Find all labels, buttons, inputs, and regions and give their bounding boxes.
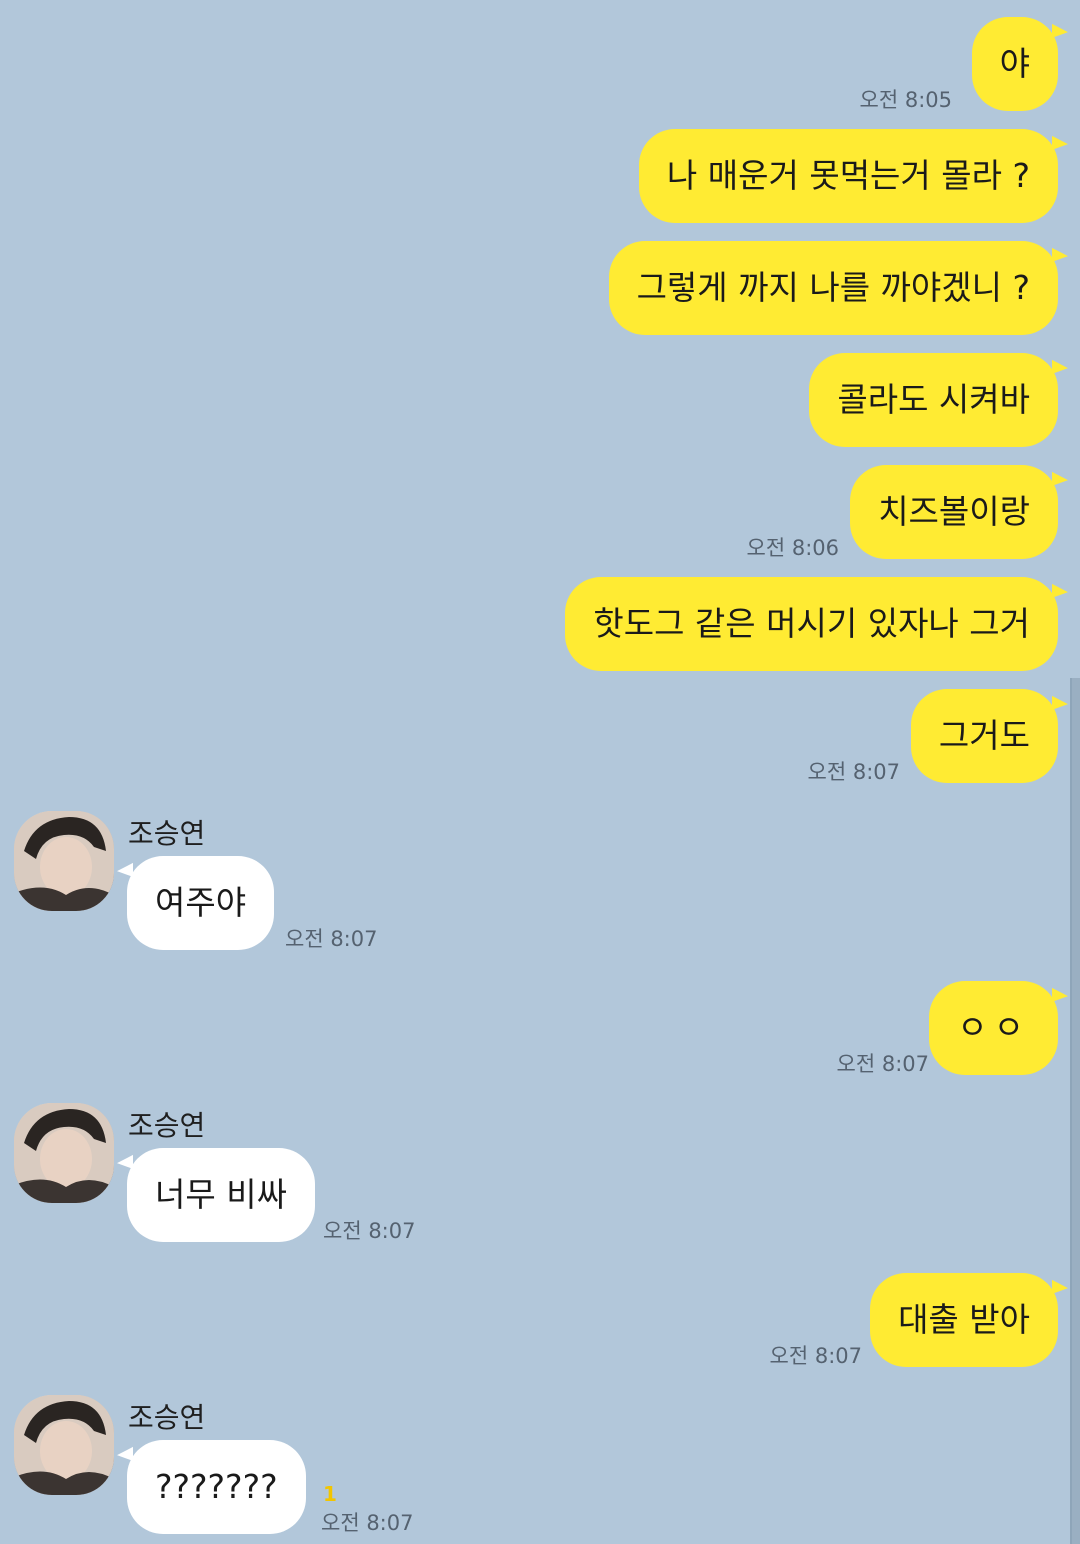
unread-count-badge: 1 [323, 1482, 337, 1506]
message-time: 오전 8:05 [859, 88, 952, 112]
their-message-bubble[interactable]: 여주야 [117, 856, 275, 950]
my-message-bubble[interactable]: 야 [971, 17, 1068, 111]
bubble-tail [1052, 354, 1068, 374]
bubble-tail [117, 1441, 133, 1461]
my-message-bubble[interactable]: 나 매운거 못먹는거 몰라 ? [638, 129, 1068, 223]
my-message-bubble[interactable]: 핫도그 같은 머시기 있자나 그거 [565, 577, 1068, 671]
scrollbar[interactable] [1070, 678, 1080, 1544]
bubble-tail [1052, 130, 1068, 150]
message-text: 너무 비싸 [155, 1175, 287, 1214]
bubble-tail [117, 1149, 133, 1169]
my-message-bubble[interactable]: ㅇㅇ [929, 981, 1068, 1075]
bubble-tail [1052, 690, 1068, 710]
bubble-tail [1052, 18, 1068, 38]
message-time: 오전 8:07 [321, 1511, 414, 1535]
message-text: 그거도 [938, 716, 1030, 755]
avatar-photo-icon [14, 1103, 114, 1203]
their-message-bubble[interactable]: 너무 비싸 [117, 1148, 315, 1242]
message-text: 야 [999, 44, 1030, 83]
my-message-bubble[interactable]: 그렇게 까지 나를 까야겠니 ? [608, 241, 1068, 335]
message-text: 나 매운거 못먹는거 몰라 ? [666, 156, 1030, 195]
bubble-tail [1052, 1274, 1068, 1294]
message-text: ㅇㅇ [957, 1008, 1030, 1047]
contact-name: 조승연 [128, 817, 206, 850]
message-time: 오전 8:07 [285, 927, 378, 951]
bubble-tail [1052, 466, 1068, 486]
message-time: 오전 8:07 [807, 760, 900, 784]
message-time: 오전 8:07 [769, 1344, 862, 1368]
bubble-tail [1052, 578, 1068, 598]
chat-area[interactable]: 야 오전 8:05 나 매운거 못먹는거 몰라 ? 그렇게 까지 나를 까야겠니… [0, 0, 1080, 1544]
bubble-tail [117, 857, 133, 877]
message-text: 대출 받아 [898, 1300, 1030, 1339]
message-text: ??????? [155, 1467, 278, 1506]
message-time: 오전 8:07 [836, 1052, 929, 1076]
contact-avatar[interactable] [14, 811, 114, 911]
avatar-photo-icon [14, 1395, 114, 1495]
message-time: 오전 8:06 [746, 536, 839, 560]
my-message-bubble[interactable]: 대출 받아 [870, 1273, 1068, 1367]
message-text: 여주야 [155, 883, 247, 922]
avatar-photo-icon [14, 811, 114, 911]
message-text: 치즈볼이랑 [878, 492, 1030, 531]
my-message-bubble[interactable]: 그거도 [910, 689, 1068, 783]
contact-name: 조승연 [128, 1109, 206, 1142]
contact-avatar[interactable] [14, 1103, 114, 1203]
their-message-bubble[interactable]: ??????? [117, 1440, 306, 1534]
message-time: 오전 8:07 [323, 1219, 416, 1243]
contact-avatar[interactable] [14, 1395, 114, 1495]
contact-name: 조승연 [128, 1401, 206, 1434]
bubble-tail [1052, 242, 1068, 262]
my-message-bubble[interactable]: 콜라도 시켜바 [809, 353, 1068, 447]
my-message-bubble[interactable]: 치즈볼이랑 [850, 465, 1068, 559]
message-text: 콜라도 시켜바 [837, 380, 1030, 419]
message-text: 핫도그 같은 머시기 있자나 그거 [593, 604, 1030, 643]
message-text: 그렇게 까지 나를 까야겠니 ? [636, 268, 1030, 307]
bubble-tail [1052, 982, 1068, 1002]
